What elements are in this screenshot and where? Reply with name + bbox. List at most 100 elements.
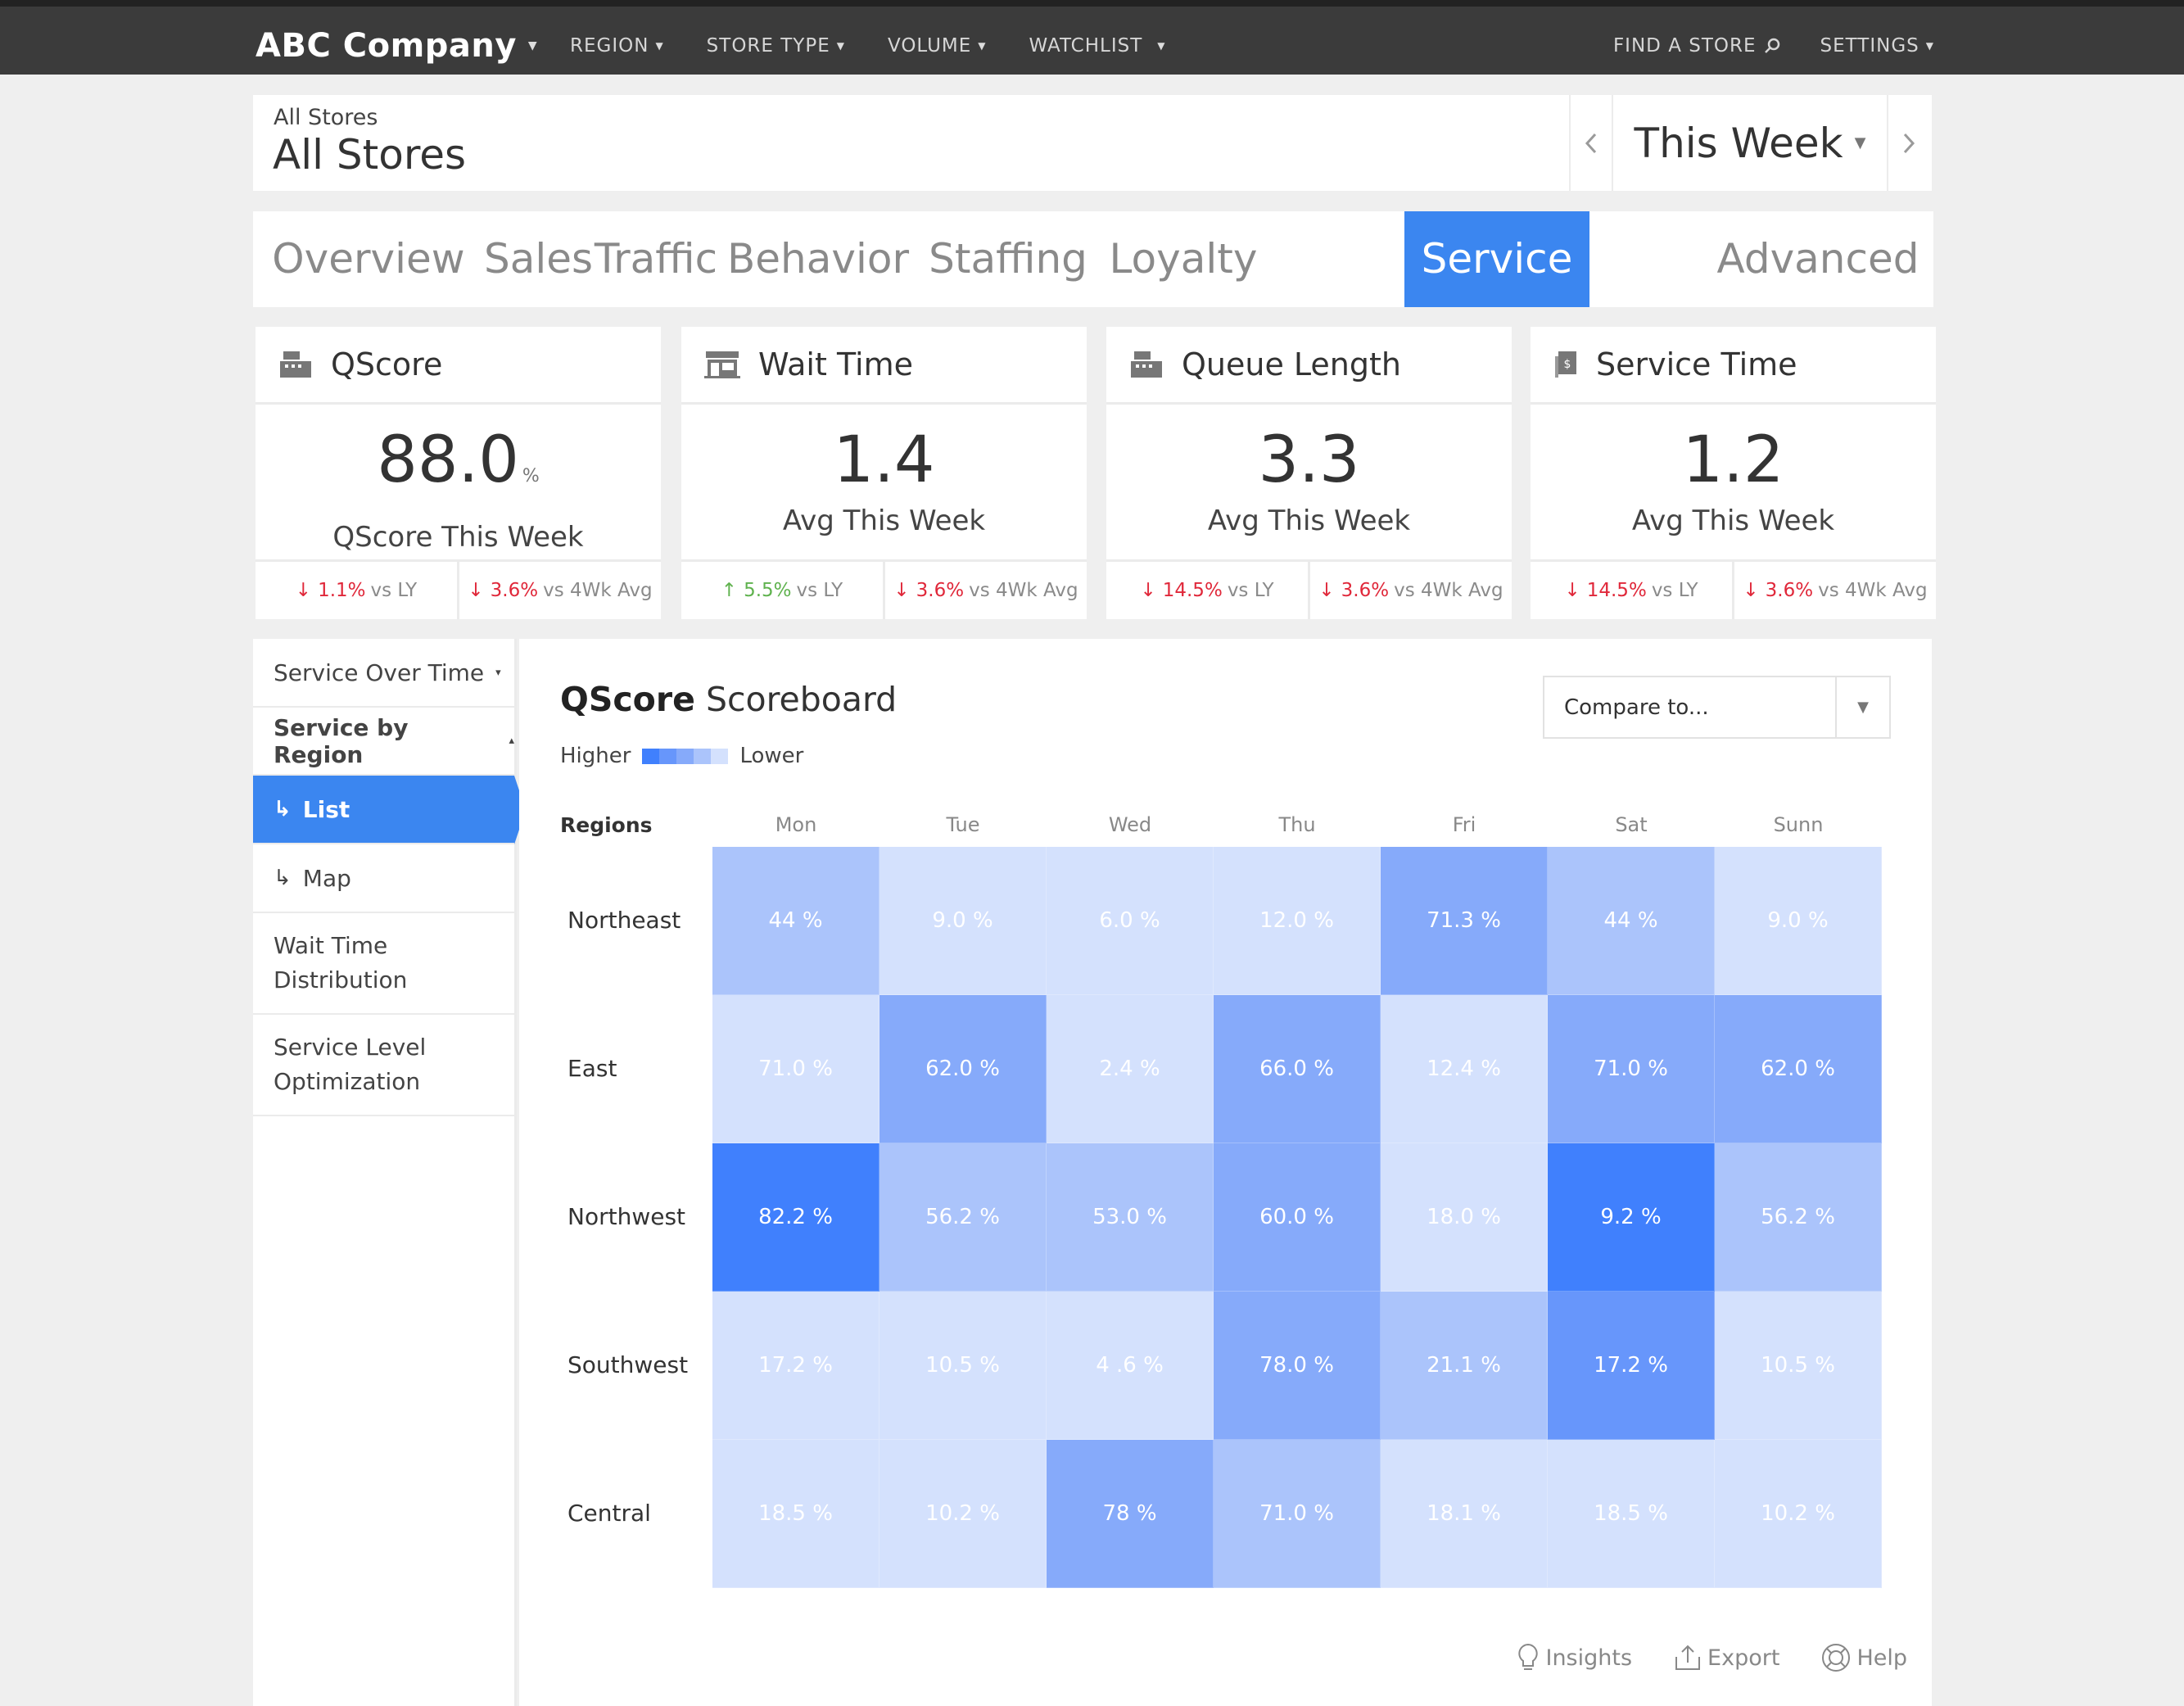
- chevron-right-icon: [1903, 133, 1915, 153]
- heatmap-cell[interactable]: 71.0 %: [712, 995, 879, 1143]
- nav-region[interactable]: REGION ▼: [570, 35, 664, 57]
- vs-ly-value: 14.5%: [1586, 580, 1647, 601]
- sidebar-item-list[interactable]: ↳ List: [253, 776, 526, 844]
- kpi-subtitle: Avg This Week: [1631, 505, 1835, 537]
- settings-menu[interactable]: SETTINGS ▼: [1820, 35, 1934, 57]
- heatmap-cell[interactable]: 10.2 %: [1715, 1440, 1882, 1588]
- compare-select[interactable]: Compare to... ▼: [1543, 676, 1891, 739]
- heatmap-cell[interactable]: 18.5 %: [1548, 1440, 1715, 1588]
- export-label: Export: [1707, 1645, 1780, 1671]
- next-period-button[interactable]: [1887, 95, 1929, 191]
- tab-overview[interactable]: Overview: [253, 211, 484, 307]
- heatmap-cell[interactable]: 78 %: [1047, 1440, 1214, 1588]
- heatmap-cell[interactable]: 62.0 %: [1715, 995, 1882, 1143]
- caret-down-icon: ▼: [836, 39, 845, 52]
- period-label: This Week: [1634, 119, 1843, 167]
- vs-ly: ↓ 1.1% vs LY: [255, 562, 457, 619]
- heatmap-cell[interactable]: 71.3 %: [1381, 847, 1548, 995]
- heatmap-cell[interactable]: 9.0 %: [879, 847, 1047, 995]
- tab-traffic[interactable]: Traffic: [589, 211, 723, 307]
- heatmap-cell[interactable]: 9.0 %: [1715, 847, 1882, 995]
- sidebar-item-map[interactable]: ↳ Map: [253, 844, 514, 913]
- caret-down-icon: ▼: [978, 39, 987, 52]
- heatmap-cell[interactable]: 10.2 %: [879, 1440, 1047, 1588]
- nav-watchlist[interactable]: WATCHLIST ▼: [1029, 35, 1166, 57]
- kpi-number: 88.0: [377, 423, 519, 497]
- day-label: Fri: [1452, 813, 1476, 836]
- kpi-card-service-time[interactable]: $ Service Time 1.2 Avg This Week ↓ 14.5% v…: [1531, 327, 1936, 619]
- day-label: Sunn: [1773, 813, 1824, 836]
- tab-staffing[interactable]: Staffing: [913, 211, 1103, 307]
- caret-down-icon: ▾: [495, 666, 501, 679]
- tab-service[interactable]: Service: [1404, 211, 1589, 307]
- heatmap-cell[interactable]: 10.5 %: [879, 1292, 1047, 1440]
- heatmap-cell[interactable]: 53.0 %: [1047, 1143, 1214, 1292]
- tab-loyalty[interactable]: Loyalty: [1103, 211, 1264, 307]
- export-button[interactable]: Export: [1673, 1644, 1779, 1672]
- nav-store-type[interactable]: STORE TYPE ▼: [707, 35, 845, 57]
- kpi-card-queue-length[interactable]: Queue Length 3.3 Avg This Week ↓ 14.5% vs …: [1106, 327, 1512, 619]
- caret-down-icon: ▼: [1157, 39, 1166, 52]
- heatmap-cell[interactable]: 2.4 %: [1047, 995, 1214, 1143]
- kpi-card-qscore[interactable]: QScore 88.0% QScore This Week ↓ 1.1% vs LY…: [255, 327, 661, 619]
- compare-select-value: Compare to...: [1564, 695, 1709, 720]
- heatmap-cell[interactable]: 12.4 %: [1381, 995, 1548, 1143]
- help-label: Help: [1856, 1645, 1907, 1671]
- kpi-subtitle: QScore This Week: [332, 521, 584, 554]
- heatmap-cell[interactable]: 10.5 %: [1715, 1292, 1882, 1440]
- nav-volume[interactable]: VOLUME ▼: [888, 35, 987, 57]
- lightbulb-icon: [1518, 1643, 1539, 1670]
- top-nav-bar: ABC Company ▼ REGION ▼ STORE TYPE ▼ VOLUME…: [0, 0, 2184, 75]
- vs-4wk: ↓ 3.6% vs 4Wk Avg: [1308, 562, 1512, 619]
- caret-down-icon[interactable]: ▼: [1835, 677, 1889, 737]
- heatmap-cell[interactable]: 56.2 %: [879, 1143, 1047, 1292]
- vs-ly-label: vs LY: [370, 580, 418, 601]
- card-header: Wait Time: [681, 327, 1087, 405]
- previous-period-button[interactable]: [1569, 95, 1612, 191]
- heatmap-cell[interactable]: 4 .6 %: [1047, 1292, 1214, 1440]
- period-selector[interactable]: This Week ▼: [1612, 95, 1887, 191]
- heatmap-cell[interactable]: 18.0 %: [1381, 1143, 1548, 1292]
- kpi-value: 3.3: [1106, 428, 1512, 493]
- heatmap-cell[interactable]: 60.0 %: [1214, 1143, 1381, 1292]
- tab-sales[interactable]: Sales: [484, 211, 593, 307]
- find-store-link[interactable]: FIND A STORE: [1613, 35, 1781, 57]
- heatmap-cell[interactable]: 56.2 %: [1715, 1143, 1882, 1292]
- help-button[interactable]: Help: [1820, 1642, 1907, 1673]
- arrow-down-icon: ↓: [1318, 580, 1335, 601]
- heatmap-cell[interactable]: 66.0 %: [1214, 995, 1381, 1143]
- heatmap-cell[interactable]: 71.0 %: [1214, 1440, 1381, 1588]
- nav-utilities: FIND A STORE SETTINGS ▼: [1574, 16, 1934, 75]
- arrow-down-icon: ↓: [295, 580, 312, 601]
- kpi-value: 1.4: [681, 428, 1087, 493]
- tab-advanced[interactable]: Advanced: [1702, 211, 1933, 307]
- breadcrumb[interactable]: All Stores: [274, 105, 378, 130]
- caret-up-icon: ▴: [509, 735, 514, 747]
- heatmap-cell[interactable]: 44 %: [712, 847, 879, 995]
- heatmap-cell[interactable]: 18.5 %: [712, 1440, 879, 1588]
- register-icon: [280, 351, 311, 378]
- heatmap-cell[interactable]: 6.0 %: [1047, 847, 1214, 995]
- kpi-card-wait-time[interactable]: Wait Time 1.4 Avg This Week ↑ 5.5% vs LY ↓…: [681, 327, 1087, 619]
- sidebar-item-service-over-time[interactable]: Service Over Time ▾: [253, 639, 514, 708]
- heatmap-cell[interactable]: 82.2 %: [712, 1143, 879, 1292]
- sidebar-item-service-by-region[interactable]: Service by Region ▴: [253, 708, 514, 776]
- receipt-icon: $: [1555, 351, 1576, 378]
- heatmap-cell[interactable]: 17.2 %: [1548, 1292, 1715, 1440]
- sidebar-item-wait-time-distribution[interactable]: Wait Time Distribution: [253, 913, 514, 1015]
- brand-menu[interactable]: ABC Company ▼: [255, 16, 537, 75]
- heatmap-cell[interactable]: 44 %: [1548, 847, 1715, 995]
- sidebar-item-service-level-optimization[interactable]: Service Level Optimization: [253, 1015, 514, 1116]
- heatmap-cell[interactable]: 17.2 %: [712, 1292, 879, 1440]
- vs-ly-value: 1.1%: [318, 580, 366, 601]
- heatmap-cell[interactable]: 78.0 %: [1214, 1292, 1381, 1440]
- insights-button[interactable]: Insights: [1516, 1642, 1632, 1673]
- heatmap-cell[interactable]: 9.2 %: [1548, 1143, 1715, 1292]
- kpi-comparisons: ↓ 1.1% vs LY ↓ 3.6% vs 4Wk Avg: [255, 559, 661, 619]
- heatmap-cell[interactable]: 62.0 %: [879, 995, 1047, 1143]
- heatmap-cell[interactable]: 18.1 %: [1381, 1440, 1548, 1588]
- heatmap-cell[interactable]: 21.1 %: [1381, 1292, 1548, 1440]
- heatmap-cell[interactable]: 71.0 %: [1548, 995, 1715, 1143]
- tab-behavior[interactable]: Behavior: [723, 211, 913, 307]
- heatmap-cell[interactable]: 12.0 %: [1214, 847, 1381, 995]
